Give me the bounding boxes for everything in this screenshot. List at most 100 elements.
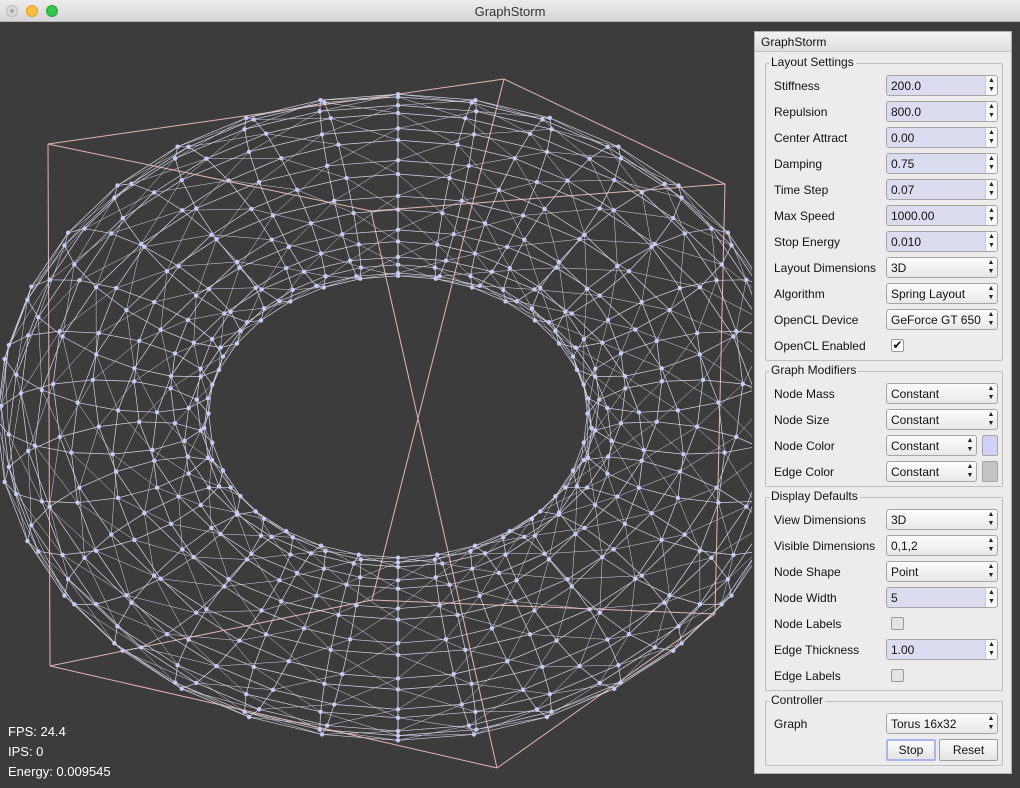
graph-node bbox=[473, 709, 478, 714]
graph-edge bbox=[182, 210, 212, 236]
node-width-spinbox[interactable]: 5 ▲ ▼ bbox=[886, 587, 998, 608]
graph-edge bbox=[475, 711, 477, 730]
graph-edge bbox=[601, 523, 626, 558]
graph-edge bbox=[702, 331, 737, 381]
torus-graph-canvas[interactable] bbox=[0, 23, 752, 788]
graph-edge bbox=[618, 643, 682, 666]
graph-node bbox=[96, 330, 101, 336]
graph-node bbox=[581, 440, 586, 445]
graph-edge bbox=[126, 270, 168, 311]
visible-dimensions-select[interactable]: 0,1,2 ▲ ▼ bbox=[886, 535, 998, 556]
edge-thickness-spinbox[interactable]: 1.00 ▲ ▼ bbox=[886, 639, 998, 660]
graph-edge bbox=[272, 200, 335, 216]
edge-thickness-stepper-icon[interactable]: ▲ ▼ bbox=[985, 640, 997, 659]
graph-edge bbox=[228, 579, 267, 635]
opencl-device-row: OpenCL Device GeForce GT 650 ▲ ▼ bbox=[774, 309, 998, 331]
graph-edge bbox=[613, 192, 643, 211]
view-dimensions-select[interactable]: 3D ▲ ▼ bbox=[886, 509, 998, 530]
edge-labels-checkbox[interactable] bbox=[891, 669, 904, 682]
time-step-spinbox[interactable]: 0.07 ▲ ▼ bbox=[886, 179, 998, 200]
reset-button[interactable]: Reset bbox=[939, 739, 998, 761]
edge-color-select[interactable]: Constant ▲ ▼ bbox=[886, 461, 977, 482]
node-color-select[interactable]: Constant ▲ ▼ bbox=[886, 435, 977, 456]
graph-node bbox=[318, 543, 324, 548]
opencl-device-select[interactable]: GeForce GT 650 ▲ ▼ bbox=[886, 309, 998, 330]
edge-color-swatch[interactable] bbox=[982, 461, 998, 482]
graph-node bbox=[256, 707, 262, 712]
graph-viewport[interactable]: FPS: 24.4 IPS: 0 Energy: 0.009545 bbox=[0, 23, 752, 788]
stop-button[interactable]: Stop bbox=[886, 739, 936, 761]
center-attract-spinbox[interactable]: 0.00 ▲ ▼ bbox=[886, 127, 998, 148]
graph-node bbox=[340, 671, 345, 677]
graph-node bbox=[168, 373, 174, 379]
damping-stepper-icon[interactable]: ▲ ▼ bbox=[985, 154, 997, 173]
graph-edge bbox=[703, 379, 743, 385]
node-labels-checkbox[interactable] bbox=[891, 617, 904, 630]
graph-edge bbox=[338, 614, 399, 620]
bounding-box-edge bbox=[47, 78, 505, 145]
graph-edge bbox=[679, 233, 685, 289]
node-size-select[interactable]: Constant ▲ ▼ bbox=[886, 409, 998, 430]
graph-node bbox=[618, 156, 624, 161]
max-speed-spinbox[interactable]: 1000.00 ▲ ▼ bbox=[886, 205, 998, 226]
graph-edge bbox=[434, 244, 438, 268]
graph-edge bbox=[52, 383, 61, 437]
node-width-stepper-icon[interactable]: ▲ ▼ bbox=[985, 588, 997, 607]
graph-edge bbox=[62, 554, 127, 596]
graph-edge bbox=[661, 368, 719, 403]
graph-edge bbox=[115, 246, 145, 289]
graph-edge bbox=[178, 456, 189, 497]
graph-node bbox=[258, 533, 264, 538]
node-mass-select[interactable]: Constant ▲ ▼ bbox=[886, 383, 998, 404]
graph-edge bbox=[280, 158, 298, 190]
node-shape-row: Node Shape Point ▲ ▼ bbox=[774, 561, 998, 583]
stiffness-stepper-icon[interactable]: ▲ ▼ bbox=[985, 76, 997, 95]
graph-node bbox=[574, 367, 580, 372]
graph-select[interactable]: Torus 16x32 ▲ ▼ bbox=[886, 713, 998, 734]
graph-edge bbox=[599, 179, 615, 209]
node-shape-select[interactable]: Point ▲ ▼ bbox=[886, 561, 998, 582]
graph-edge bbox=[449, 584, 515, 602]
repulsion-spinbox[interactable]: 800.0 ▲ ▼ bbox=[886, 101, 998, 122]
graph-edge bbox=[95, 243, 142, 288]
stop-energy-stepper-icon[interactable]: ▲ ▼ bbox=[985, 232, 997, 251]
graph-node bbox=[618, 351, 624, 356]
graph-edge bbox=[607, 319, 622, 354]
graph-node bbox=[132, 366, 137, 371]
center-attract-stepper-icon[interactable]: ▲ ▼ bbox=[985, 128, 997, 147]
graph-node bbox=[129, 181, 134, 186]
stop-energy-spinbox[interactable]: 0.010 ▲ ▼ bbox=[886, 231, 998, 252]
graph-node bbox=[194, 397, 199, 402]
graph-edge bbox=[584, 210, 614, 236]
graph-node bbox=[50, 381, 56, 387]
graph-node bbox=[695, 330, 700, 336]
graph-node bbox=[549, 709, 554, 714]
graph-node bbox=[94, 352, 99, 357]
graph-node bbox=[246, 714, 252, 720]
damping-spinbox[interactable]: 0.75 ▲ ▼ bbox=[886, 153, 998, 174]
graph-edge bbox=[442, 212, 486, 224]
bounding-box-edge bbox=[47, 143, 372, 212]
graph-edge bbox=[27, 299, 39, 318]
max-speed-stepper-icon[interactable]: ▲ ▼ bbox=[985, 206, 997, 225]
stiffness-spinbox[interactable]: 200.0 ▲ ▼ bbox=[886, 75, 998, 96]
graph-edge bbox=[141, 647, 197, 684]
graph-edge bbox=[324, 649, 332, 684]
graph-node bbox=[139, 645, 144, 650]
graph-edge bbox=[184, 408, 189, 441]
graph-node bbox=[577, 236, 582, 242]
time-step-stepper-icon[interactable]: ▲ ▼ bbox=[985, 180, 997, 199]
repulsion-stepper-icon[interactable]: ▲ ▼ bbox=[985, 102, 997, 121]
graph-node bbox=[577, 663, 582, 669]
algorithm-select[interactable]: Spring Layout ▲ ▼ bbox=[886, 283, 998, 304]
graph-edge bbox=[67, 557, 85, 580]
graph-node bbox=[115, 495, 121, 501]
layout-dimensions-select[interactable]: 3D ▲ ▼ bbox=[886, 257, 998, 278]
opencl-enabled-checkbox[interactable]: ✔ bbox=[891, 339, 904, 352]
node-color-swatch[interactable] bbox=[982, 435, 998, 456]
graph-node bbox=[263, 632, 269, 637]
graph-node bbox=[547, 691, 553, 697]
graph-edge bbox=[174, 353, 201, 370]
graph-node bbox=[158, 576, 163, 581]
graph-edge bbox=[319, 93, 399, 112]
